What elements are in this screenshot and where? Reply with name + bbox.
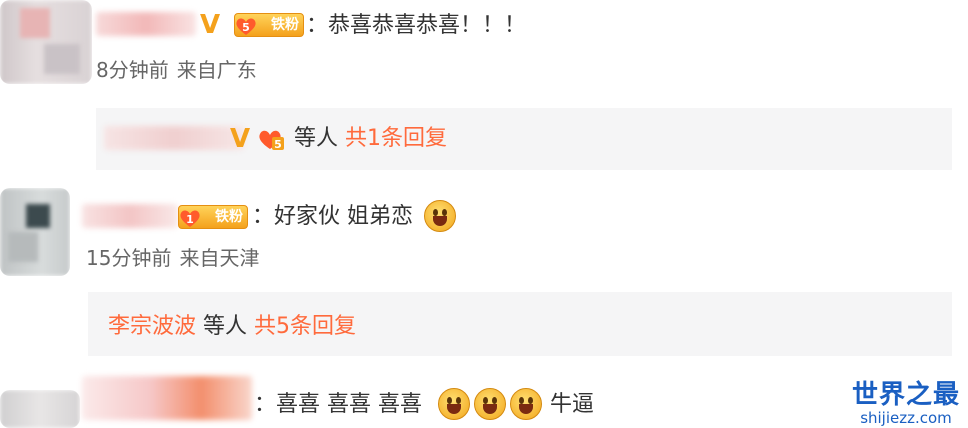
username-redacted[interactable] <box>82 376 252 420</box>
smiling-emoji-icon <box>510 388 542 420</box>
comment-text: ：好家伙 姐弟恋 <box>252 204 413 229</box>
avatar[interactable] <box>0 0 92 84</box>
fan-badge-label: 铁粉 <box>271 17 299 33</box>
comment-suffix: 牛逼 <box>550 392 595 417</box>
reply-summary-text: 等人 共1条回复 <box>294 126 447 152</box>
comment-text: ：恭喜恭喜恭喜！！！ <box>306 13 527 38</box>
fan-level-icon: 1 <box>180 210 200 227</box>
svg-text:5: 5 <box>274 138 282 151</box>
watermark: 世界之最 shijiezz.com <box>852 380 960 426</box>
avatar[interactable] <box>0 188 70 276</box>
fan-badge[interactable]: 1 铁粉 <box>178 205 248 229</box>
reply-mid-text: 等人 <box>203 314 248 339</box>
fan-level-icon: 5 <box>236 18 256 35</box>
comment-location: 来自广东 <box>176 58 257 82</box>
fan-badge[interactable]: 5 铁粉 <box>234 13 304 37</box>
reply-summary-box[interactable]: 李宗波波 等人 共5条回复 <box>88 292 952 356</box>
avatar[interactable] <box>0 390 80 428</box>
fan-badge-label: 铁粉 <box>215 209 243 225</box>
comment-meta: 15分钟前 来自天津 <box>86 246 267 270</box>
reply-user-link[interactable]: 李宗波波 <box>108 314 196 339</box>
comment-time: 8分钟前 <box>96 58 169 82</box>
svg-text:1: 1 <box>186 213 194 226</box>
reply-summary-box[interactable]: V 5 等人 共1条回复 <box>96 108 952 170</box>
watermark-title: 世界之最 <box>851 380 960 410</box>
fan-level-icon: 5 <box>259 130 284 151</box>
comment-time: 15分钟前 <box>86 246 172 270</box>
comment-location: 来自天津 <box>179 246 260 270</box>
reply-summary-text: 李宗波波 等人 共5条回复 <box>108 314 356 340</box>
comment-meta: 8分钟前 来自广东 <box>96 58 265 82</box>
laughing-emoji-icon <box>424 200 456 232</box>
watermark-url: shijiezz.com <box>860 409 952 427</box>
reply-count-link[interactable]: 共5条回复 <box>254 314 356 339</box>
svg-text:5: 5 <box>242 21 250 34</box>
reply-mid-text: 等人 <box>294 126 339 151</box>
reply-username-redacted[interactable] <box>104 126 244 150</box>
comment-text: ：喜喜 喜喜 喜喜 <box>254 392 422 417</box>
smiling-emoji-icon <box>438 388 470 420</box>
verified-icon: V <box>200 10 221 40</box>
username-redacted[interactable] <box>82 204 178 228</box>
reply-count-link[interactable]: 共1条回复 <box>345 126 447 151</box>
username-redacted[interactable] <box>96 12 196 36</box>
smiling-emoji-icon <box>474 388 506 420</box>
verified-icon: V <box>230 124 251 154</box>
